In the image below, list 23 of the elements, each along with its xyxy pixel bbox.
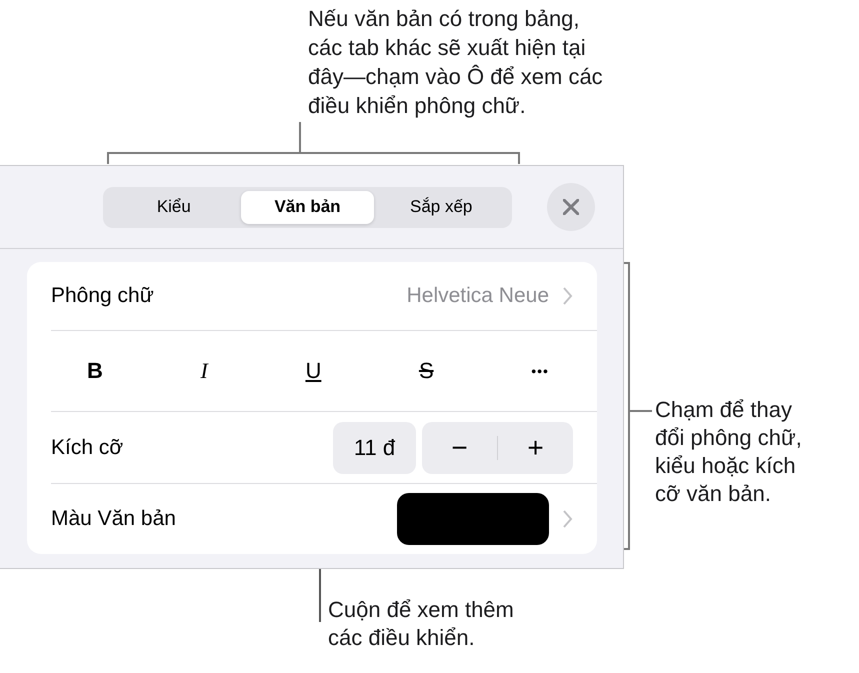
more-button[interactable]: ••• bbox=[525, 363, 555, 379]
bold-button[interactable]: B bbox=[81, 358, 109, 384]
italic-button[interactable]: I bbox=[194, 358, 214, 384]
close-icon bbox=[563, 199, 579, 215]
tab[interactable]: Văn bản bbox=[240, 190, 374, 224]
underline-button[interactable]: U bbox=[299, 358, 328, 384]
row-value: Helvetica Neue bbox=[406, 284, 549, 308]
close-button[interactable] bbox=[547, 183, 595, 231]
color-swatch[interactable] bbox=[397, 493, 549, 545]
callout-text: Chạm để thay đổi phông chữ, kiểu hoặc kích cỡ văn bản. bbox=[655, 396, 802, 508]
row-label: Màu Văn bản bbox=[51, 507, 176, 531]
row-label: Phông chữ bbox=[51, 284, 154, 308]
chevron-icon bbox=[563, 287, 573, 305]
row-label: Kích cỡ bbox=[51, 436, 124, 460]
chevron-icon bbox=[563, 510, 573, 528]
callout-text: Cuộn để xem thêm các điều khiển. bbox=[328, 596, 514, 652]
decrease-button[interactable]: − bbox=[422, 422, 497, 474]
tab[interactable]: Sắp xếp bbox=[374, 190, 508, 224]
callout-text: Nếu văn bản có trong bảng, các tab khác sẽ xuất hiện tại đây—chạm vào Ô để xem các điều khiển phông chữ. bbox=[308, 5, 603, 120]
strike-button[interactable]: S bbox=[412, 358, 440, 384]
tab[interactable]: Kiểu bbox=[107, 190, 241, 224]
size-field[interactable]: 11 đ bbox=[333, 422, 416, 474]
increase-button[interactable]: + bbox=[498, 422, 573, 474]
